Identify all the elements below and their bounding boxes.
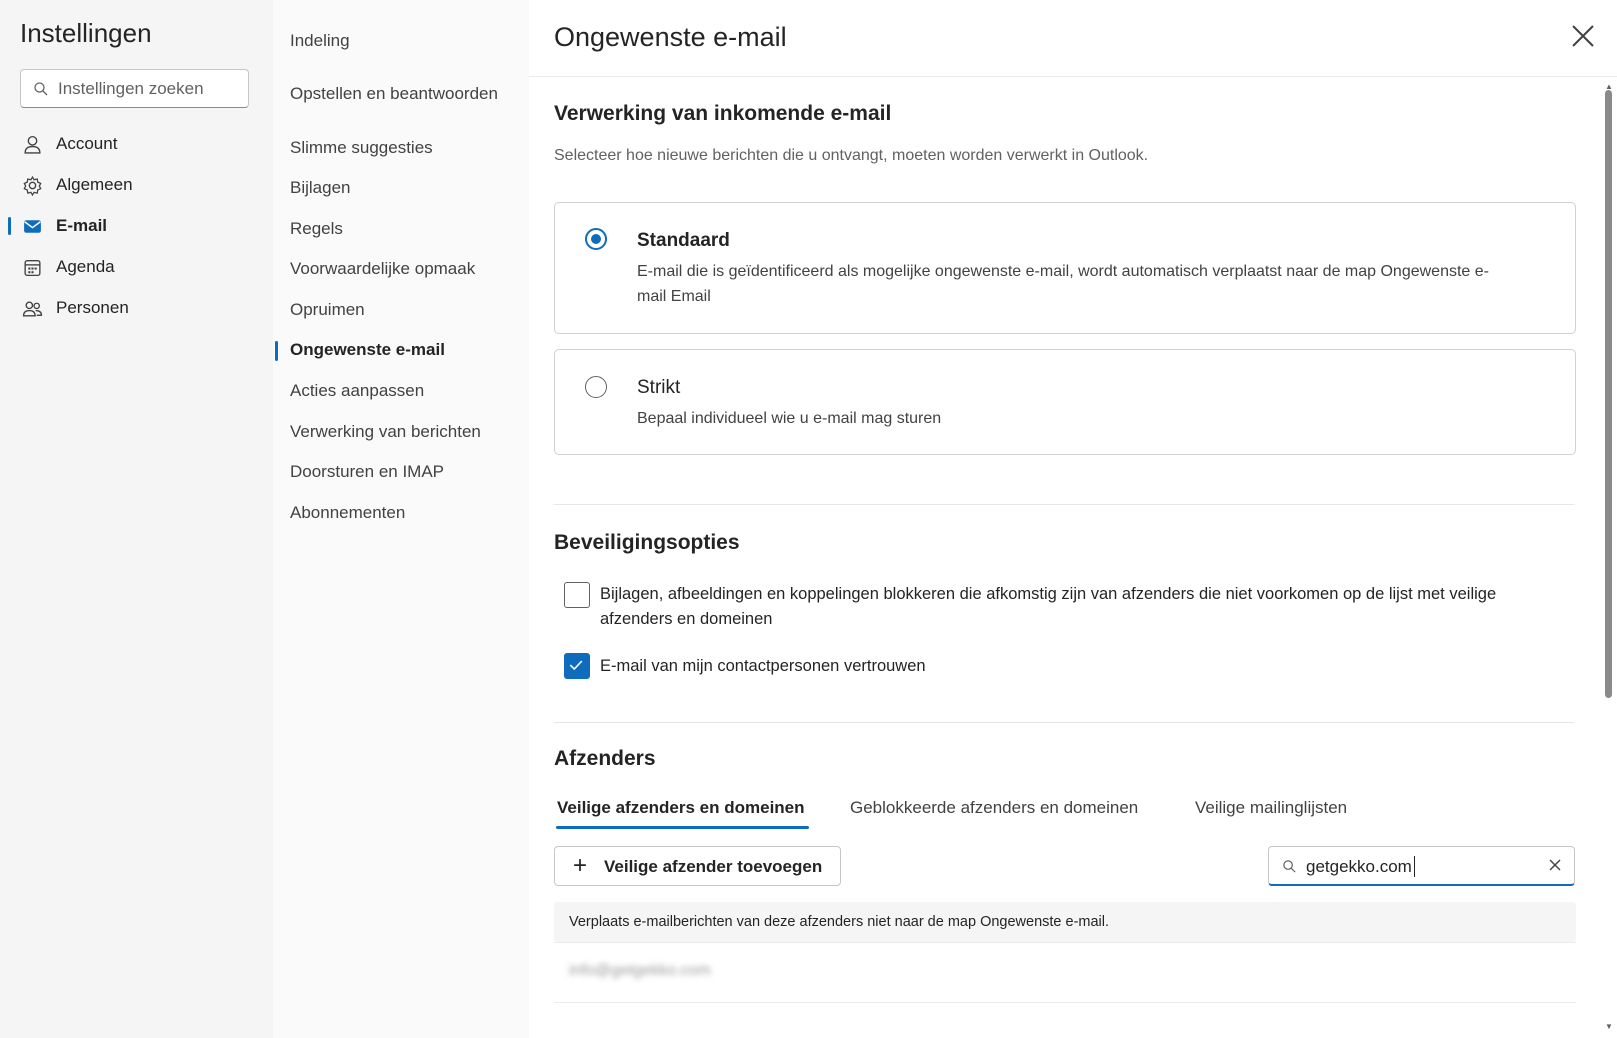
subnav-item-label: Slimme suggesties	[290, 138, 433, 157]
tab-blocked-senders[interactable]: Geblokkeerde afzenders en domeinen	[850, 798, 1138, 818]
nav-item-calendar[interactable]: Agenda	[0, 249, 273, 285]
senders-section-title: Afzenders	[554, 747, 656, 770]
subnav-item-label: Doorsturen en IMAP	[290, 462, 445, 481]
gear-icon	[23, 175, 42, 196]
people-icon	[22, 301, 43, 317]
settings-nav: Instellingen Instellingen zoeken Account…	[0, 0, 273, 1038]
radio-strict[interactable]	[585, 376, 607, 398]
subnav-item-sweep[interactable]: Opruimen	[273, 293, 529, 327]
settings-title: Instellingen	[20, 18, 152, 48]
subnav-item-label: Regels	[290, 219, 343, 238]
search-placeholder: Instellingen zoeken	[58, 79, 204, 98]
nav-item-account[interactable]: Account	[0, 126, 273, 162]
trust-contacts-checkbox[interactable]	[564, 653, 590, 679]
subnav-item-label: Opruimen	[290, 300, 365, 319]
search-icon	[1283, 860, 1296, 873]
selection-indicator	[275, 341, 278, 361]
option-card-standard[interactable]: Standaard E-mail die is geïdentificeerd …	[554, 202, 1576, 334]
calendar-icon	[24, 259, 41, 277]
tab-selection-underline	[556, 826, 809, 829]
settings-search-input[interactable]: Instellingen zoeken	[20, 69, 249, 108]
filter-value: getgekko.com	[1306, 857, 1412, 876]
nav-item-label: Account	[56, 134, 118, 153]
row-divider	[554, 1002, 1576, 1003]
subnav-item-label: Bijlagen	[290, 178, 351, 197]
incoming-section-title: Verwerking van inkomende e-mail	[554, 102, 892, 125]
add-safe-sender-button[interactable]: + Veilige afzender toevoegen	[554, 846, 841, 886]
subnav-item-label: Acties aanpassen	[290, 381, 425, 400]
subnav-item-layout[interactable]: Indeling	[273, 24, 529, 58]
mail-icon	[24, 220, 41, 233]
subnav-item-label: Abonnementen	[290, 503, 406, 522]
subnav-item-conditional-formatting[interactable]: Voorwaardelijke opmaak	[273, 252, 529, 286]
subnav-item-label: Indeling	[290, 31, 350, 50]
header-divider	[529, 76, 1617, 77]
search-icon	[34, 82, 48, 96]
tab-safe-mailing-lists[interactable]: Veilige mailinglijsten	[1195, 798, 1347, 818]
subnav-item-label: Verwerking van berichten	[290, 422, 481, 441]
subnav-item-label: Ongewenste e-mail	[290, 340, 445, 359]
subnav-item-junk-email[interactable]: Ongewenste e-mail	[273, 333, 529, 367]
trust-contacts-label: E-mail van mijn contactpersonen vertrouw…	[600, 657, 926, 675]
row-divider	[554, 942, 1576, 943]
junk-email-pane: Ongewenste e-mail Verwerking van inkomen…	[529, 0, 1617, 1038]
safe-sender-entry[interactable]: info@getgekko.com	[569, 962, 711, 980]
option-title: Strikt	[637, 377, 681, 398]
nav-item-people[interactable]: Personen	[0, 290, 273, 326]
block-attachments-label: Bijlagen, afbeeldingen en koppelingen bl…	[600, 585, 1497, 628]
subnav-item-compose[interactable]: Opstellen en beantwoorden	[273, 77, 529, 111]
subnav-item-rules[interactable]: Regels	[273, 212, 529, 246]
person-icon	[24, 135, 41, 154]
option-card-strict[interactable]: Strikt Bepaal individueel wie u e-mail m…	[554, 349, 1576, 455]
senders-info-text: Verplaats e-mailberichten van deze afzen…	[569, 914, 1110, 930]
option-title: Standaard	[637, 230, 730, 251]
nav-item-email[interactable]: E-mail	[0, 208, 273, 244]
section-divider	[554, 504, 1574, 505]
nav-item-label: Algemeen	[56, 175, 133, 194]
block-attachments-checkbox[interactable]	[564, 582, 590, 608]
senders-info-row: Verplaats e-mailberichten van deze afzen…	[554, 902, 1576, 942]
subnav-item-message-handling[interactable]: Verwerking van berichten	[273, 415, 529, 449]
security-section-title: Beveiligingsopties	[554, 531, 740, 554]
option-description: E-mail die is geïdentificeerd als mogeli…	[637, 263, 1489, 305]
nav-item-general[interactable]: Algemeen	[0, 167, 273, 203]
tab-safe-senders[interactable]: Veilige afzenders en domeinen	[557, 798, 805, 818]
section-divider	[554, 722, 1574, 723]
close-icon[interactable]	[1567, 20, 1599, 52]
subnav-item-smart-suggestions[interactable]: Slimme suggesties	[273, 131, 529, 165]
nav-item-label: Agenda	[56, 257, 115, 276]
nav-item-label: Personen	[56, 298, 129, 317]
checkmark-icon	[569, 660, 583, 671]
mail-settings-nav: Indeling Opstellen en beantwoorden Slimm…	[273, 0, 529, 1038]
option-description: Bepaal individueel wie u e-mail mag stur…	[637, 410, 942, 427]
text-cursor	[1414, 856, 1415, 877]
subnav-item-attachments[interactable]: Bijlagen	[273, 171, 529, 205]
scroll-down-arrow[interactable]: ▼	[1605, 1022, 1613, 1031]
subnav-item-subscriptions[interactable]: Abonnementen	[273, 496, 529, 530]
incoming-section-description: Selecteer hoe nieuwe berichten die u ont…	[554, 147, 1149, 164]
subnav-item-label: Voorwaardelijke opmaak	[290, 259, 476, 278]
scrollbar-thumb[interactable]	[1605, 90, 1612, 698]
subnav-item-label: Opstellen en beantwoorden	[290, 84, 498, 103]
add-safe-sender-label: Veilige afzender toevoegen	[604, 857, 823, 876]
nav-item-label: E-mail	[56, 216, 108, 235]
subnav-item-forwarding-imap[interactable]: Doorsturen en IMAP	[273, 455, 529, 489]
sender-filter-input[interactable]: getgekko.com	[1268, 846, 1575, 886]
plus-icon: +	[573, 852, 588, 879]
radio-standard[interactable]	[585, 228, 607, 250]
page-title: Ongewenste e-mail	[554, 22, 787, 52]
selection-indicator	[8, 217, 11, 235]
clear-icon[interactable]	[1547, 857, 1563, 873]
subnav-item-customize-actions[interactable]: Acties aanpassen	[273, 374, 529, 408]
